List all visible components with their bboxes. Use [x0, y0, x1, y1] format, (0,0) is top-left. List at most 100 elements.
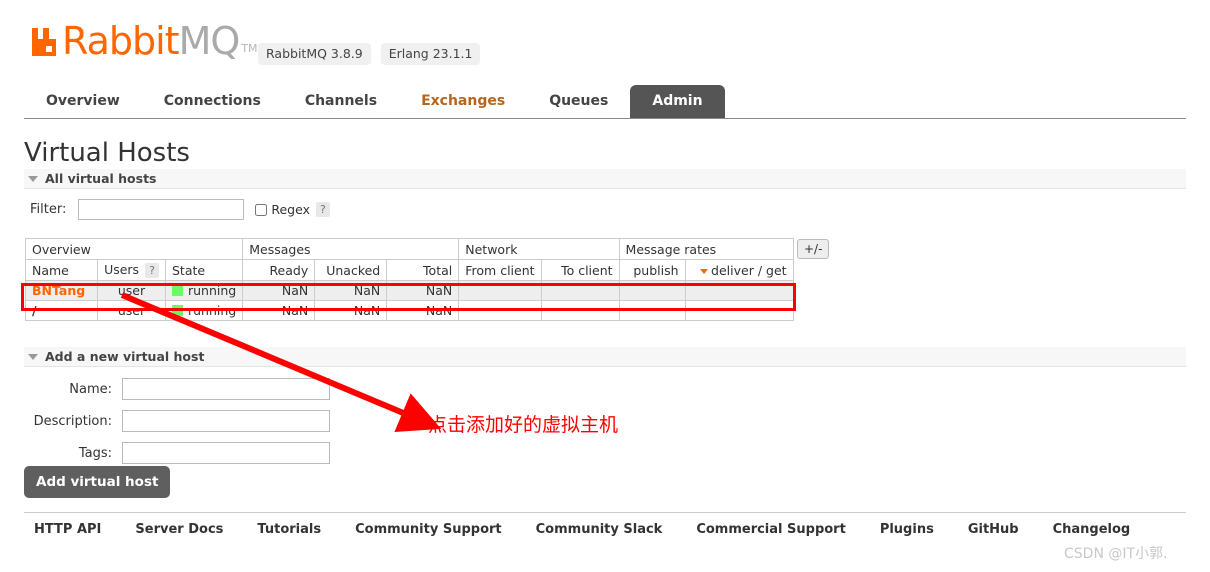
column-header-ready[interactable]: Ready — [242, 259, 316, 281]
footer-link-commercial-support[interactable]: Commercial Support — [696, 522, 846, 537]
cell-ready: NaN — [242, 300, 316, 321]
footer-divider — [24, 512, 1186, 513]
column-header-users[interactable]: Users? — [97, 259, 166, 281]
cell-from-client — [458, 280, 542, 301]
tab-connections[interactable]: Connections — [142, 85, 283, 118]
rabbitmq-management-page: Rabbit MQ TM RabbitMQ 3.8.9 Erlang 23.1.1 … — [0, 0, 1210, 572]
badge-rabbitmq-version: RabbitMQ 3.8.9 — [258, 43, 371, 65]
tab-exchanges[interactable]: Exchanges — [399, 85, 527, 118]
section-header-add-virtual-host[interactable]: Add a new virtual host — [24, 347, 1186, 367]
virtual-hosts-table-wrap: Overview Messages Network Message rates … — [24, 238, 794, 321]
footer-link-community-support[interactable]: Community Support — [355, 522, 502, 537]
csdn-watermark: CSDN @IT小郭. — [1064, 546, 1168, 562]
status-indicator-icon — [172, 285, 183, 296]
table-row[interactable]: / user running NaN NaN NaN — [25, 300, 794, 321]
form-row-name: Name: — [24, 378, 330, 400]
logo-trademark: TM — [241, 42, 258, 55]
regex-checkbox[interactable] — [255, 203, 268, 216]
add-virtual-host-button[interactable]: Add virtual host — [24, 466, 171, 498]
cell-unacked: NaN — [314, 280, 388, 301]
page-header: Rabbit MQ TM RabbitMQ 3.8.9 Erlang 23.1.1 — [0, 0, 1210, 82]
regex-option: Regex ? — [255, 202, 330, 217]
cell-state: running — [164, 300, 244, 321]
cell-ready: NaN — [242, 280, 316, 301]
column-header-to-client[interactable]: To client — [540, 259, 620, 281]
table-row[interactable]: BNTang user running NaN NaN NaN — [25, 280, 794, 301]
regex-label: Regex — [271, 202, 310, 217]
column-header-from-client[interactable]: From client — [458, 259, 542, 281]
footer-link-github[interactable]: GitHub — [968, 522, 1019, 537]
section-header-all-virtual-hosts[interactable]: All virtual hosts — [24, 169, 1186, 189]
group-header-network: Network — [458, 238, 620, 260]
tab-channels[interactable]: Channels — [283, 85, 399, 118]
cell-vhost-name: BNTang — [25, 280, 98, 301]
footer-links: HTTP API Server Docs Tutorials Community… — [34, 522, 1130, 537]
label-tags: Tags: — [78, 445, 112, 461]
users-help-icon[interactable]: ? — [145, 263, 159, 278]
version-badges: RabbitMQ 3.8.9 Erlang 23.1.1 — [258, 43, 481, 65]
description-input[interactable] — [122, 410, 330, 432]
label-name: Name: — [69, 381, 112, 397]
cell-total: NaN — [386, 280, 460, 301]
filter-row: Filter: Regex ? — [30, 199, 330, 220]
table-group-header-row: Overview Messages Network Message rates — [24, 238, 794, 260]
tab-admin[interactable]: Admin — [630, 85, 725, 118]
vhost-link-root[interactable]: / — [32, 303, 37, 318]
cell-from-client — [458, 300, 542, 321]
cell-deliver-get — [684, 300, 794, 321]
add-virtual-host-form: Name: Description: Tags: — [24, 378, 330, 474]
footer-link-tutorials[interactable]: Tutorials — [257, 522, 321, 537]
cell-publish — [618, 280, 686, 301]
column-header-deliver-get[interactable]: deliver / get — [684, 259, 794, 281]
label-description: Description: — [33, 413, 112, 429]
rabbit-logo-icon — [30, 26, 60, 58]
tab-queues[interactable]: Queues — [527, 85, 630, 118]
status-indicator-icon — [172, 305, 183, 316]
main-navigation: Overview Connections Channels Exchanges … — [24, 85, 1186, 119]
footer-link-server-docs[interactable]: Server Docs — [135, 522, 223, 537]
filter-input[interactable] — [78, 199, 245, 220]
cell-state: running — [164, 280, 244, 301]
cell-unacked: NaN — [314, 300, 388, 321]
collapse-triangle-icon — [28, 175, 38, 182]
cell-users: user — [97, 280, 166, 301]
name-input[interactable] — [122, 378, 330, 400]
state-label: running — [188, 283, 237, 298]
section-label-all-virtual-hosts: All virtual hosts — [45, 171, 157, 186]
group-header-messages: Messages — [242, 238, 460, 260]
form-row-tags: Tags: — [24, 442, 330, 464]
footer-link-community-slack[interactable]: Community Slack — [536, 522, 663, 537]
table-column-header-row: Name Users? State Ready Unacked Total Fr… — [25, 259, 794, 281]
column-header-publish[interactable]: publish — [618, 259, 686, 281]
tags-input[interactable] — [122, 442, 330, 464]
group-header-message-rates: Message rates — [618, 238, 794, 260]
cell-to-client — [540, 300, 620, 321]
toggle-columns-button[interactable]: +/- — [797, 239, 830, 259]
tab-overview[interactable]: Overview — [24, 85, 142, 118]
logo-text-mq: MQ — [178, 19, 241, 63]
virtual-hosts-table: Overview Messages Network Message rates … — [24, 238, 794, 321]
column-header-total[interactable]: Total — [386, 259, 460, 281]
form-row-description: Description: — [24, 410, 330, 432]
logo-text-rabbit: Rabbit — [62, 19, 180, 63]
vhost-link-bntang[interactable]: BNTang — [32, 283, 85, 298]
cell-users: user — [97, 300, 166, 321]
footer-link-http-api[interactable]: HTTP API — [34, 522, 101, 537]
footer-link-plugins[interactable]: Plugins — [880, 522, 934, 537]
group-header-overview: Overview — [24, 238, 244, 260]
filter-label: Filter: — [30, 202, 67, 217]
footer-link-changelog[interactable]: Changelog — [1053, 522, 1131, 537]
regex-help-icon[interactable]: ? — [315, 202, 330, 217]
column-header-deliver-get-label: deliver / get — [711, 262, 787, 278]
rabbitmq-logo[interactable]: Rabbit MQ TM — [30, 19, 258, 63]
cell-total: NaN — [386, 300, 460, 321]
cell-publish — [618, 300, 686, 321]
column-header-users-label: Users — [104, 262, 140, 277]
sort-descending-icon — [700, 268, 709, 274]
cell-to-client — [540, 280, 620, 301]
column-header-unacked[interactable]: Unacked — [314, 259, 388, 281]
column-header-state[interactable]: State — [164, 259, 244, 281]
column-header-name[interactable]: Name — [25, 259, 98, 281]
annotation-text: 点击添加好的虚拟主机 — [428, 414, 619, 436]
collapse-triangle-icon — [28, 353, 38, 360]
